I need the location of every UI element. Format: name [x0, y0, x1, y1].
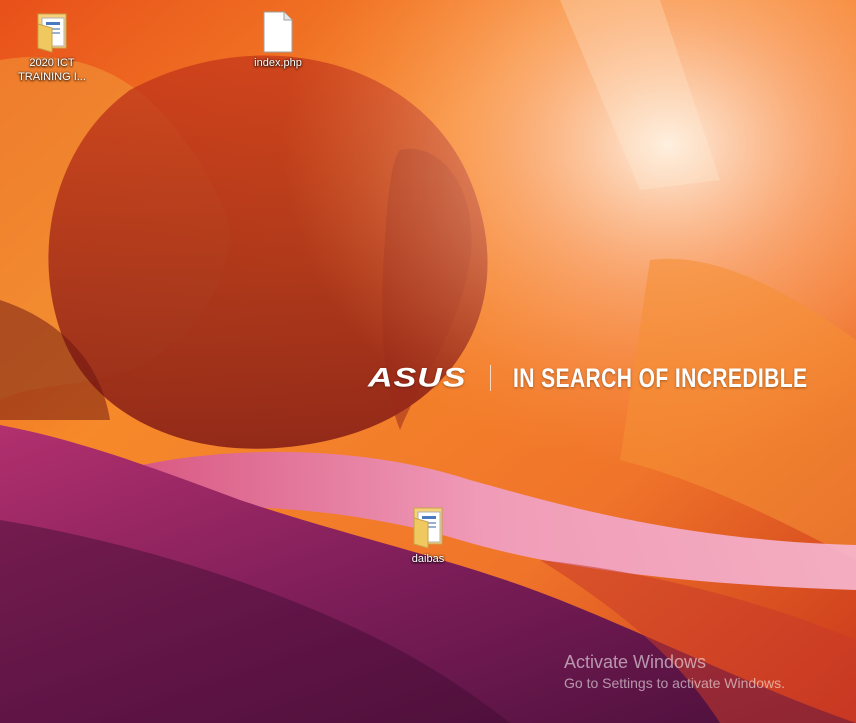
desktop-icon-ict-training-folder[interactable]: 2020 ICT TRAINING I... — [14, 10, 90, 84]
desktop-icon-daibas-folder[interactable]: daibas — [390, 506, 466, 566]
desktop-icon-label: daibas — [411, 553, 445, 565]
desktop-icon-index-php[interactable]: index.php — [240, 10, 316, 70]
activate-windows-subtitle: Go to Settings to activate Windows. — [564, 675, 785, 691]
brand-divider — [490, 365, 492, 391]
activate-windows-title: Activate Windows — [564, 652, 707, 672]
activate-windows-watermark: Activate Windows Go to Settings to activ… — [564, 651, 785, 693]
desktop-icon-label: 2020 ICT TRAINING I... — [18, 57, 86, 83]
wallpaper-brand: ASUS IN SEARCH OF INCREDIBLE — [368, 360, 856, 396]
folder-with-documents-icon — [37, 13, 67, 53]
folder-with-documents-icon — [413, 507, 443, 549]
blank-file-icon — [263, 11, 293, 53]
asus-logo: ASUS — [368, 362, 467, 393]
wallpaper-tagline: IN SEARCH OF INCREDIBLE — [513, 362, 808, 393]
desktop-icon-label: index.php — [254, 57, 302, 69]
